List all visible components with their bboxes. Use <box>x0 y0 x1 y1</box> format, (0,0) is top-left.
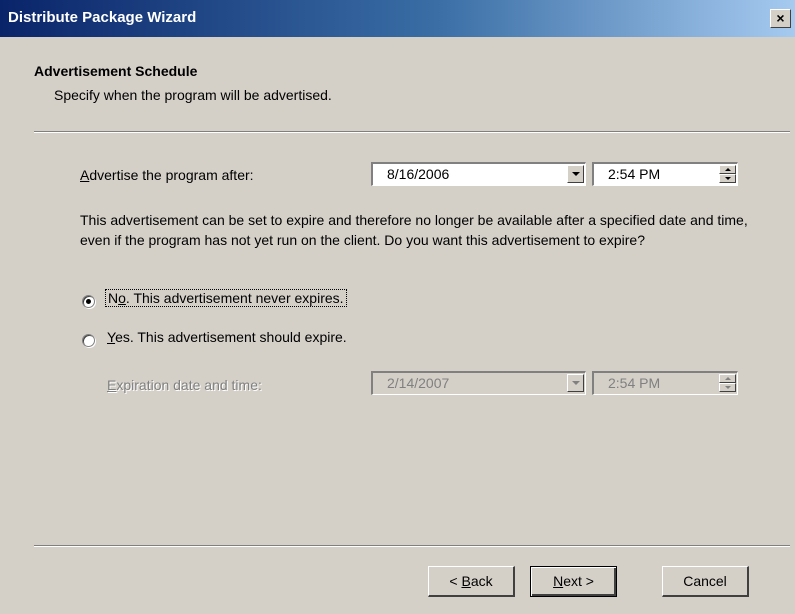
expiration-label: Expiration date and time: <box>107 377 262 393</box>
should-expire-label[interactable]: Yes. This advertisement should expire. <box>107 329 347 345</box>
wizard-header: Advertisement Schedule Specify when the … <box>0 37 795 122</box>
advertise-date-value: 8/16/2006 <box>387 166 450 182</box>
expiration-date-picker: 2/14/2007 <box>371 371 586 395</box>
spin-down-icon[interactable] <box>719 174 736 183</box>
expiration-time-spinner <box>719 374 736 392</box>
spin-up-icon <box>719 374 736 383</box>
back-button[interactable]: < Back <box>428 566 515 597</box>
never-expires-label[interactable]: No. This advertisement never expires. <box>105 289 347 307</box>
close-icon: × <box>776 10 785 26</box>
radio-should-expire[interactable] <box>82 334 95 347</box>
time-spinner[interactable] <box>719 165 736 183</box>
page-title: Advertisement Schedule <box>34 63 198 79</box>
spin-up-icon[interactable] <box>719 165 736 174</box>
advertise-date-picker[interactable]: 8/16/2006 <box>371 162 586 186</box>
window-title: Distribute Package Wizard <box>8 9 197 26</box>
close-button[interactable]: × <box>770 9 791 28</box>
advertise-time-picker[interactable]: 2:54 PM <box>592 162 738 186</box>
expiration-date-value: 2/14/2007 <box>387 375 450 391</box>
next-button[interactable]: Next > <box>530 566 617 597</box>
radio-never-expires[interactable] <box>82 295 95 308</box>
page-subtitle: Specify when the program will be adverti… <box>54 87 332 103</box>
expiration-time-value: 2:54 PM <box>608 375 661 391</box>
advertise-time-value: 2:54 PM <box>608 166 661 182</box>
expire-description: This advertisement can be set to expire … <box>80 212 748 248</box>
chevron-down-icon[interactable] <box>567 165 584 183</box>
chevron-down-icon <box>567 374 584 392</box>
header-divider <box>34 131 790 133</box>
footer-divider <box>34 545 790 547</box>
wizard-window: Distribute Package Wizard × Advertisemen… <box>0 0 795 614</box>
spin-down-icon <box>719 383 736 392</box>
advertise-after-label: Advertise the program after: <box>80 167 254 183</box>
title-bar[interactable]: Distribute Package Wizard × <box>0 0 795 37</box>
cancel-button[interactable]: Cancel <box>662 566 749 597</box>
expiration-time-picker: 2:54 PM <box>592 371 738 395</box>
